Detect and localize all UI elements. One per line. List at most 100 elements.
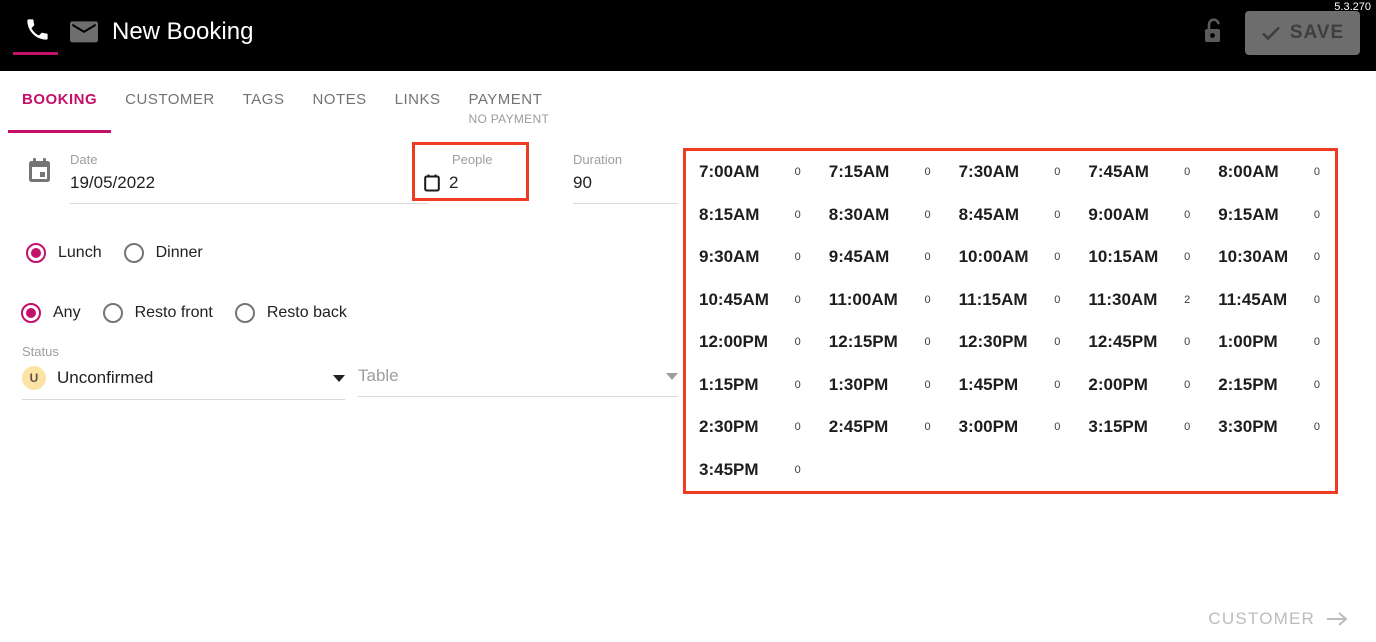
email-icon[interactable] [70,21,98,50]
time-slot-count: 0 [795,421,801,433]
payment-status-sublabel: NO PAYMENT [469,112,550,126]
time-slot-time: 9:30AM [699,247,759,267]
time-slot-time: 12:45PM [1088,332,1157,352]
time-slot[interactable]: 12:00PM0 [686,321,816,364]
time-slot[interactable]: 9:00AM0 [1075,194,1205,237]
time-slot[interactable]: 10:45AM0 [686,279,816,322]
radio-lunch[interactable]: Lunch [26,243,102,263]
date-field[interactable]: Date 19/05/2022 [70,152,428,204]
time-slot-time: 1:45PM [959,375,1019,395]
time-slot[interactable]: 2:15PM0 [1205,364,1335,407]
arrow-right-icon [1326,611,1348,627]
duration-value[interactable]: 90 [573,173,678,204]
tab-tags[interactable]: TAGS [229,71,299,133]
tab-label: NOTES [312,91,366,108]
time-slot[interactable]: 7:15AM0 [816,151,946,194]
time-slot-count: 0 [1054,336,1060,348]
people-label: People [452,152,516,167]
time-slot-count: 0 [1054,421,1060,433]
tab-links[interactable]: LINKS [381,71,455,133]
date-label: Date [70,152,428,167]
tab-booking[interactable]: BOOKING [8,71,111,133]
people-field[interactable]: People 2 [424,152,516,193]
customer-next-label: CUSTOMER [1208,609,1315,629]
time-slot-count: 0 [1184,336,1190,348]
radio-resto-front[interactable]: Resto front [103,303,213,323]
time-slot-count: 0 [1054,166,1060,178]
time-slot[interactable]: 7:00AM0 [686,151,816,194]
time-slot[interactable]: 1:00PM0 [1205,321,1335,364]
meal-radio-group: Lunch Dinner [26,243,203,263]
header-bar: 5.3.270 New Booking SAVE [0,0,1376,71]
time-slot[interactable]: 3:30PM0 [1205,406,1335,449]
time-slot[interactable]: 12:30PM0 [946,321,1076,364]
time-slot-time: 11:45AM [1218,290,1287,310]
time-slot-count: 0 [924,166,930,178]
time-slot-count: 0 [1314,166,1320,178]
time-slot[interactable]: 3:00PM0 [946,406,1076,449]
tab-payment[interactable]: PAYMENT NO PAYMENT [455,71,564,133]
time-slot[interactable]: 1:15PM0 [686,364,816,407]
time-slot-time: 2:15PM [1218,375,1278,395]
tab-notes[interactable]: NOTES [298,71,380,133]
radio-label: Resto back [267,304,347,322]
time-slot[interactable]: 2:30PM0 [686,406,816,449]
time-slot-time: 8:45AM [959,205,1019,225]
time-slot-count: 0 [795,336,801,348]
time-slot-time: 11:30AM [1088,290,1157,310]
time-slot-count: 0 [1184,209,1190,221]
radio-any[interactable]: Any [21,303,81,323]
time-slot[interactable]: 1:30PM0 [816,364,946,407]
tab-customer[interactable]: CUSTOMER [111,71,229,133]
time-slot-count: 0 [1054,251,1060,263]
time-slot[interactable]: 1:45PM0 [946,364,1076,407]
time-slot-time: 8:15AM [699,205,759,225]
time-slot[interactable]: 11:15AM 0 [946,279,1076,322]
radio-dinner[interactable]: Dinner [124,243,203,263]
time-slot[interactable]: 2:00PM0 [1075,364,1205,407]
time-slot[interactable]: 10:15AM0 [1075,236,1205,279]
table-select[interactable]: Table [358,366,678,397]
people-value[interactable]: 2 [449,173,458,193]
status-select[interactable]: Status U Unconfirmed [22,344,345,400]
time-slot[interactable]: 9:15AM0 [1205,194,1335,237]
time-slot[interactable]: 8:00AM0 [1205,151,1335,194]
save-button[interactable]: SAVE [1245,11,1360,55]
tab-label: BOOKING [22,91,97,108]
time-slot[interactable]: 8:15AM0 [686,194,816,237]
time-slot[interactable]: 8:30AM0 [816,194,946,237]
time-slot[interactable]: 7:30AM0 [946,151,1076,194]
date-value[interactable]: 19/05/2022 [70,173,428,204]
customer-next-button[interactable]: CUSTOMER [1208,609,1348,629]
time-slot[interactable]: 3:45PM0 [686,449,816,492]
time-slot-time: 11:15AM [959,290,1028,310]
radio-label: Dinner [156,244,203,262]
time-slot[interactable]: 3:15PM 0 [1075,406,1205,449]
time-slot[interactable]: 11:45AM0 [1205,279,1335,322]
time-slot-time: 3:15PM [1088,417,1148,437]
unlock-icon[interactable] [1199,15,1226,53]
time-slot-count: 0 [1184,421,1190,433]
status-value: Unconfirmed [57,368,153,388]
time-slot[interactable]: 2:45PM0 [816,406,946,449]
time-slot-time: 7:00AM [699,162,759,182]
phone-icon[interactable] [24,16,52,44]
duration-field[interactable]: Duration 90 [573,152,678,204]
time-slot[interactable]: 12:45PM 0 [1075,321,1205,364]
time-slot[interactable]: 9:45AM0 [816,236,946,279]
time-slot-count: 0 [1054,294,1060,306]
duration-label: Duration [573,152,678,167]
radio-circle [235,303,255,323]
time-slot[interactable]: 12:15PM0 [816,321,946,364]
radio-circle [26,243,46,263]
time-slot[interactable]: 10:30AM0 [1205,236,1335,279]
time-slot-count: 0 [795,251,801,263]
time-slot[interactable]: 8:45AM0 [946,194,1076,237]
time-slot[interactable]: 9:30AM 0 [686,236,816,279]
radio-resto-back[interactable]: Resto back [235,303,347,323]
time-slot[interactable]: 10:00AM0 [946,236,1076,279]
time-slot[interactable]: 11:00AM0 [816,279,946,322]
chevron-down-icon [333,375,345,382]
time-slot[interactable]: 7:45AM0 [1075,151,1205,194]
time-slot[interactable]: 11:30AM2 [1075,279,1205,322]
